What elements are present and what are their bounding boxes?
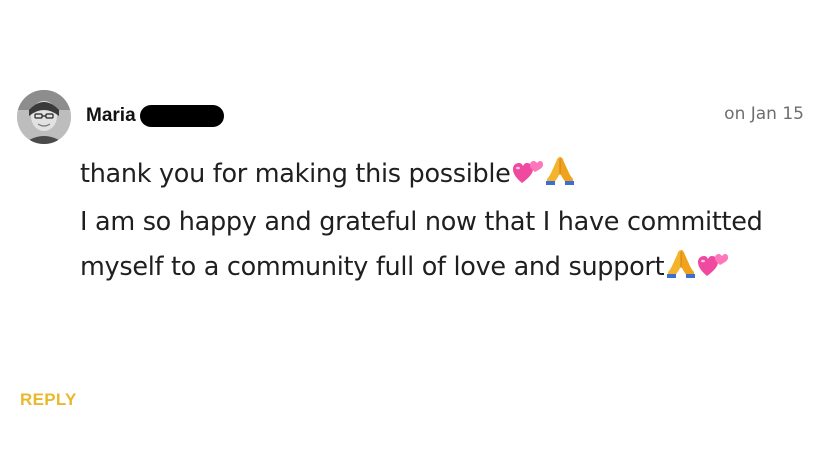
redacted-surname <box>139 105 224 127</box>
reply-button[interactable]: REPLY <box>20 390 77 410</box>
avatar[interactable] <box>17 90 71 144</box>
avatar-photo <box>17 90 71 144</box>
two-hearts-icon <box>698 248 729 293</box>
comment-date: on Jan 15 <box>724 104 804 124</box>
folded-hands-icon <box>666 248 696 293</box>
comment-line-3-text: myself to a community full of love and s… <box>80 252 665 282</box>
comment-card: Maria on Jan 15 thank you for making thi… <box>0 0 834 470</box>
comment-line-3: myself to a community full of love and s… <box>80 245 820 293</box>
folded-hands-icon <box>545 155 575 200</box>
comment-body: thank you for making this possible I am … <box>80 152 820 293</box>
author-name[interactable]: Maria <box>86 102 224 130</box>
comment-line-2: I am so happy and grateful now that I ha… <box>80 200 820 245</box>
author-first-name: Maria <box>86 105 136 126</box>
comment-line-2-text: I am so happy and grateful now that I ha… <box>80 207 763 237</box>
comment-line-1-text: thank you for making this possible <box>80 159 511 189</box>
two-hearts-icon <box>512 155 543 200</box>
comment-line-1: thank you for making this possible <box>80 152 820 200</box>
